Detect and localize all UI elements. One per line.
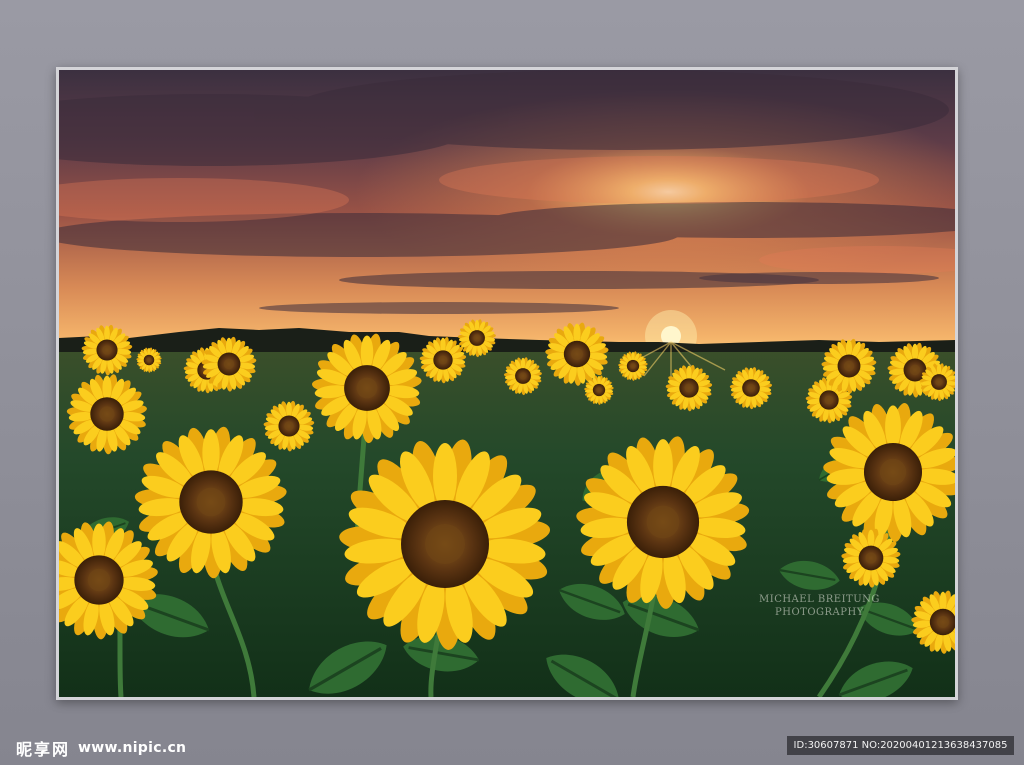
watermark-url: www.nipic.cn bbox=[78, 740, 187, 756]
photo-credit-line2: PHOTOGRAPHY bbox=[775, 607, 864, 618]
watermark-logo: 昵享网 bbox=[16, 740, 71, 759]
photo-credit-line1: MICHAEL BREITUNG bbox=[759, 594, 880, 605]
site-watermark: 昵享网 www.nipic.cn bbox=[16, 736, 186, 760]
image-id-label: ID:30607871 NO:20200401213638437085 bbox=[787, 736, 1014, 755]
sunflower-field-photo: MICHAEL BREITUNG PHOTOGRAPHY bbox=[59, 70, 955, 697]
photo-frame: MICHAEL BREITUNG PHOTOGRAPHY bbox=[56, 67, 958, 700]
